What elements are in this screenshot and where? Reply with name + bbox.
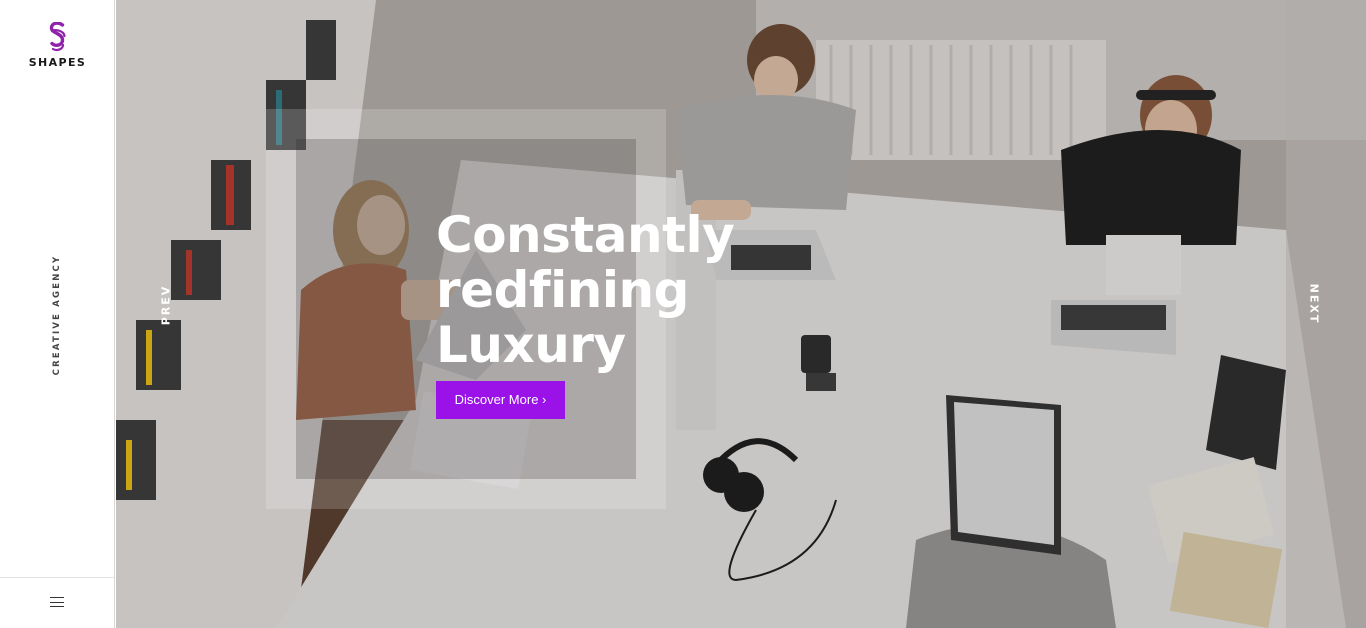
logo-text: SHAPES [28, 56, 87, 69]
sidebar: SHAPES CREATIVE AGENCY [0, 0, 115, 628]
next-slide-button[interactable]: NEXT [1308, 284, 1321, 325]
shapes-logo-icon [49, 22, 66, 52]
discover-more-button[interactable]: Discover More › [436, 381, 565, 419]
prev-slide-button[interactable]: PREV [160, 285, 173, 326]
headline-line-3: Luxury [436, 316, 626, 374]
hero-slider: Constantly redfining Luxury Discover Mor… [116, 0, 1366, 628]
hamburger-menu-icon[interactable] [48, 595, 66, 609]
headline-line-2: redfining [436, 261, 689, 319]
logo[interactable]: SHAPES [0, 22, 115, 69]
tagline: CREATIVE AGENCY [52, 254, 62, 376]
headline-line-1: Constantly [436, 206, 735, 264]
divider [0, 577, 114, 578]
hero-headline: Constantly redfining Luxury [436, 208, 856, 373]
